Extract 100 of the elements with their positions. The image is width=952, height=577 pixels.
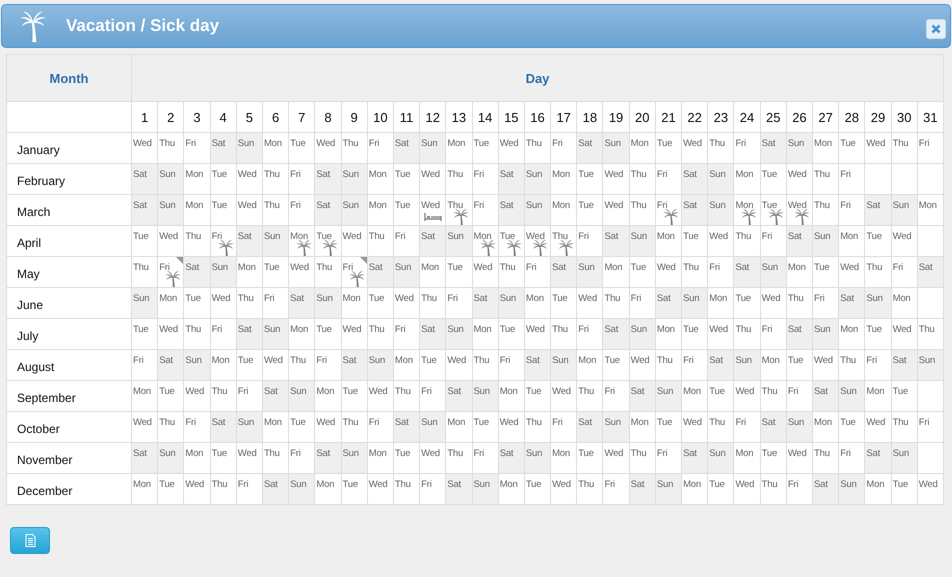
day-cell[interactable]: Tue (656, 412, 682, 442)
day-cell[interactable]: Tue (630, 257, 655, 287)
day-cell[interactable]: Wed (420, 195, 446, 225)
day-cell[interactable]: Sun (446, 226, 472, 256)
day-cell[interactable]: Tue (472, 412, 498, 442)
day-cell[interactable]: Sat (315, 195, 341, 225)
day-cell[interactable]: Thu (342, 133, 367, 163)
day-cell[interactable]: Mon (446, 412, 472, 442)
day-cell[interactable]: Wed (918, 474, 943, 504)
day-cell[interactable]: Mon (786, 257, 812, 287)
day-cell[interactable]: Wed (813, 350, 838, 380)
day-cell[interactable]: Mon (708, 288, 734, 318)
day-cell[interactable]: Fri (210, 226, 236, 256)
day-cell[interactable]: Mon (184, 164, 210, 194)
day-cell[interactable]: Sun (786, 133, 812, 163)
day-cell[interactable]: Sun (342, 443, 367, 473)
day-cell[interactable]: Mon (524, 288, 550, 318)
day-cell[interactable]: Sat (734, 257, 760, 287)
day-cell[interactable]: Wed (630, 350, 655, 380)
day-cell[interactable]: Sat (551, 257, 576, 287)
day-cell[interactable]: Mon (551, 195, 576, 225)
day-cell[interactable]: Sat (132, 195, 158, 225)
day-cell[interactable]: Mon (918, 195, 943, 225)
day-cell[interactable]: Tue (394, 195, 420, 225)
close-button[interactable] (926, 19, 946, 39)
day-cell[interactable]: Fri (734, 412, 760, 442)
day-cell[interactable]: Fri (210, 319, 236, 349)
day-cell[interactable]: Tue (786, 350, 812, 380)
day-cell[interactable]: Mon (210, 350, 236, 380)
day-cell[interactable]: Thu (708, 133, 734, 163)
day-cell[interactable]: Sat (892, 350, 917, 380)
day-cell[interactable]: Mon (158, 288, 184, 318)
day-cell[interactable]: Sat (498, 164, 524, 194)
day-cell[interactable]: Sat (786, 226, 812, 256)
day-cell[interactable]: Thu (734, 226, 760, 256)
day-cell[interactable]: Thu (918, 319, 943, 349)
day-cell[interactable]: Mon (315, 474, 341, 504)
day-cell[interactable]: Fri (918, 412, 943, 442)
day-cell[interactable]: Wed (210, 288, 236, 318)
day-cell[interactable]: Sat (342, 350, 367, 380)
day-cell[interactable]: Mon (839, 319, 864, 349)
day-cell[interactable]: Sat (839, 288, 864, 318)
day-cell[interactable]: Tue (813, 257, 838, 287)
day-cell[interactable]: Tue (236, 350, 262, 380)
day-cell[interactable]: Sat (682, 164, 708, 194)
day-cell[interactable]: Sun (132, 288, 158, 318)
day-cell[interactable]: Fri (368, 412, 393, 442)
day-cell[interactable]: Sun (656, 381, 682, 411)
day-cell[interactable]: Tue (682, 226, 708, 256)
day-cell[interactable]: Mon (865, 474, 891, 504)
day-cell[interactable]: Wed (184, 381, 210, 411)
day-cell[interactable]: Tue (394, 164, 420, 194)
day-cell[interactable]: Wed (734, 474, 760, 504)
day-cell[interactable]: Thu (892, 133, 917, 163)
day-cell[interactable]: Fri (315, 350, 341, 380)
day-cell[interactable]: Wed (420, 443, 446, 473)
day-cell[interactable]: Wed (892, 226, 917, 256)
day-cell[interactable]: Sun (524, 164, 550, 194)
day-cell[interactable]: Mon (682, 381, 708, 411)
day-cell[interactable]: Wed (682, 412, 708, 442)
day-cell[interactable]: Sun (892, 443, 917, 473)
day-cell[interactable]: Mon (132, 474, 158, 504)
day-cell[interactable]: Sun (472, 381, 498, 411)
day-cell[interactable]: Sat (524, 350, 550, 380)
day-cell[interactable]: Mon (682, 474, 708, 504)
day-cell[interactable]: Fri (760, 319, 786, 349)
day-cell[interactable]: Fri (420, 381, 446, 411)
day-cell[interactable]: Fri (524, 257, 550, 287)
day-cell[interactable]: Sun (839, 381, 864, 411)
day-cell[interactable]: Thu (577, 381, 602, 411)
day-cell[interactable]: Thu (210, 381, 236, 411)
day-cell[interactable]: Sat (315, 164, 341, 194)
day-cell[interactable]: Mon (551, 164, 576, 194)
day-cell[interactable]: Fri (472, 164, 498, 194)
day-cell[interactable]: Tue (498, 226, 524, 256)
day-cell[interactable]: Sun (498, 288, 524, 318)
day-cell[interactable]: Sat (865, 443, 891, 473)
day-cell[interactable]: Sun (708, 164, 734, 194)
day-cell[interactable]: Sun (630, 226, 655, 256)
day-cell[interactable]: Fri (551, 133, 576, 163)
day-cell[interactable]: Fri (656, 164, 682, 194)
day-cell[interactable]: Sat (682, 443, 708, 473)
day-cell[interactable]: Sun (289, 474, 314, 504)
day-cell[interactable]: Sat (656, 288, 682, 318)
day-cell[interactable]: Wed (865, 412, 891, 442)
day-cell[interactable]: Mon (498, 381, 524, 411)
day-cell[interactable]: Wed (158, 226, 184, 256)
day-cell[interactable]: Tue (577, 164, 602, 194)
day-cell[interactable]: Tue (577, 195, 602, 225)
day-cell[interactable]: Sun (342, 195, 367, 225)
day-cell[interactable]: Sun (524, 195, 550, 225)
day-cell[interactable]: Thu (446, 164, 472, 194)
day-cell[interactable]: Wed (551, 381, 576, 411)
day-cell[interactable]: Tue (315, 226, 341, 256)
day-cell[interactable]: Fri (708, 257, 734, 287)
day-cell[interactable]: Sat (394, 412, 420, 442)
day-cell[interactable]: Tue (760, 164, 786, 194)
day-cell[interactable]: Wed (734, 381, 760, 411)
day-cell[interactable]: Wed (132, 133, 158, 163)
day-cell[interactable]: Fri (682, 350, 708, 380)
